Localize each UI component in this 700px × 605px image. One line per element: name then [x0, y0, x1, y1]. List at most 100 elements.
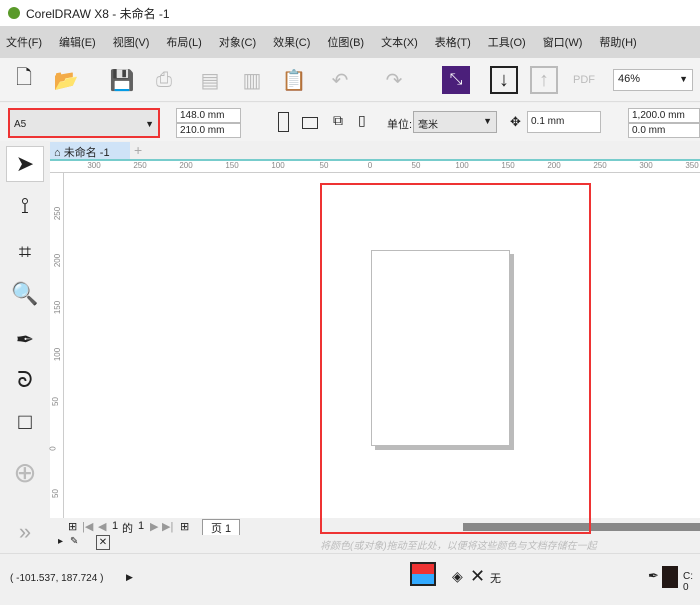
- ruler-label: 100: [455, 161, 469, 170]
- open-icon[interactable]: 📂: [52, 66, 80, 94]
- duplicate-x-input[interactable]: 1,200.0 mm: [628, 108, 700, 123]
- ruler-label: 50: [50, 489, 60, 498]
- toolbox: ➤ ⟟ ⌗ 🔍 ✒ ᘐ □ ⊕ »: [0, 142, 50, 552]
- menu-effects[interactable]: 效果(C): [273, 34, 310, 50]
- new-document-icon[interactable]: 🗋: [10, 66, 38, 94]
- ruler-label: 200: [547, 161, 561, 170]
- landscape-icon[interactable]: [302, 117, 318, 129]
- next-page-icon[interactable]: ▶: [150, 520, 158, 533]
- ruler-label: 200: [179, 161, 193, 170]
- eyedropper-icon[interactable]: ✎: [70, 536, 78, 547]
- menu-bar: 文件(F) 编辑(E) 视图(V) 布局(L) 对象(C) 效果(C) 位图(B) 文本(X)…: [0, 26, 700, 58]
- palette-menu-icon[interactable]: ▸: [58, 536, 63, 547]
- copy-icon[interactable]: ▥: [238, 66, 266, 94]
- menu-bitmaps[interactable]: 位图(B): [327, 34, 364, 50]
- nudge-distance-input[interactable]: 0.1 mm: [527, 111, 601, 133]
- coreldraw-logo-icon: [8, 7, 20, 19]
- add-page-after-icon[interactable]: ⊞: [180, 520, 189, 533]
- freehand-tool-icon[interactable]: ᘐ: [6, 362, 44, 398]
- redo-icon[interactable]: ↷: [380, 66, 408, 94]
- ruler-label: 300: [639, 161, 653, 170]
- publish-pdf-icon[interactable]: PDF: [570, 66, 598, 94]
- menu-object[interactable]: 对象(C): [219, 34, 256, 50]
- ruler-label: 150: [225, 161, 239, 170]
- export-icon[interactable]: ↑: [530, 66, 558, 94]
- prev-page-icon[interactable]: ◀: [98, 520, 106, 533]
- zoom-level-select[interactable]: 46% ▼: [613, 69, 693, 91]
- fill-status: 无: [490, 573, 501, 585]
- menu-tools[interactable]: 工具(O): [488, 34, 526, 50]
- menu-help[interactable]: 帮助(H): [599, 34, 636, 50]
- status-bar: ( -101.537, 187.724 ) ▶ ◈ ✕ 无 ✒ C: 0: [0, 553, 700, 601]
- undo-icon[interactable]: ↶: [326, 66, 354, 94]
- outline-color-swatch: [662, 566, 678, 588]
- cursor-coordinates: ( -101.537, 187.724 ): [10, 573, 104, 584]
- ruler-label: 150: [53, 300, 63, 315]
- menu-window[interactable]: 窗口(W): [543, 34, 583, 50]
- nudge-icon: ✥: [510, 114, 521, 129]
- ruler-label: 150: [501, 161, 515, 170]
- shape-tool-icon[interactable]: ⟟: [6, 188, 44, 224]
- all-pages-icon[interactable]: ⧉: [333, 112, 343, 129]
- menu-view[interactable]: 视图(V): [113, 34, 150, 50]
- page-height-input[interactable]: 210.0 mm: [176, 123, 241, 138]
- ruler-label: 200: [53, 253, 63, 268]
- ruler-label: 50: [319, 161, 329, 170]
- horizontal-ruler: 300 250 200 150 100 50 0 50 100 150 200 250 300 350: [50, 159, 700, 173]
- menu-edit[interactable]: 编辑(E): [59, 34, 96, 50]
- first-page-icon[interactable]: |◀: [82, 520, 93, 533]
- crop-tool-icon[interactable]: ⌗: [6, 234, 44, 270]
- current-page: 1: [112, 520, 119, 532]
- ruler-label: 0: [367, 161, 373, 170]
- home-icon: ⌂: [54, 147, 61, 159]
- ruler-label: 250: [133, 161, 147, 170]
- paste-icon[interactable]: 📋: [280, 66, 308, 94]
- document-tabs: ⌂ 未命名 -1 +: [50, 142, 700, 159]
- menu-file[interactable]: 文件(F): [6, 34, 42, 50]
- menu-table[interactable]: 表格(T): [435, 34, 471, 50]
- outline-status: C: 0: [683, 571, 693, 593]
- ruler-label: 350: [685, 161, 699, 170]
- no-fill-icon: ✕: [470, 566, 486, 586]
- fill-icon: ◈: [452, 568, 463, 584]
- standard-toolbar: 🗋 📂 💾 ⎙ ▤ ▥ 📋 ↶ ↷ ⤡ ↓ ↑ PDF 46% ▼: [0, 58, 700, 102]
- ruler-label: 50: [411, 161, 421, 170]
- add-tool-icon[interactable]: ⊕: [6, 454, 44, 490]
- page-width-input[interactable]: 148.0 mm: [176, 108, 241, 123]
- cut-icon[interactable]: ▤: [196, 66, 224, 94]
- ruler-label: 100: [271, 161, 285, 170]
- no-color-swatch[interactable]: ✕: [96, 535, 110, 550]
- unit-label: 单位:: [387, 119, 413, 131]
- ruler-label: 0: [48, 446, 58, 451]
- portrait-icon[interactable]: [278, 112, 289, 132]
- rectangle-tool-icon[interactable]: □: [6, 404, 44, 440]
- pen-tool-icon[interactable]: ✒: [6, 322, 44, 358]
- ruler-label: 300: [87, 161, 101, 170]
- tab-document[interactable]: ⌂ 未命名 -1: [50, 142, 130, 159]
- search-content-icon[interactable]: ⤡: [442, 66, 470, 94]
- vertical-ruler: 250 200 150 100 50 0 50: [48, 173, 64, 518]
- ruler-label: 100: [53, 347, 63, 362]
- zoom-tool-icon[interactable]: 🔍: [6, 276, 44, 312]
- title-bar: CorelDRAW X8 - 未命名 -1: [0, 0, 700, 26]
- document-palette: ▸ ✎ ✕ 将颜色(或对象)拖动至此处，以便将这些颜色与文档存储在一起: [50, 535, 700, 552]
- ruler-label: 250: [593, 161, 607, 170]
- pick-tool-icon[interactable]: ➤: [6, 146, 44, 182]
- color-proof-icon[interactable]: [410, 562, 436, 586]
- add-tab-icon[interactable]: +: [134, 142, 142, 158]
- current-page-icon[interactable]: ▯: [358, 112, 366, 129]
- import-icon[interactable]: ↓: [490, 66, 518, 94]
- menu-layout[interactable]: 布局(L): [166, 34, 201, 50]
- duplicate-y-input[interactable]: 0.0 mm: [628, 123, 700, 138]
- last-page-icon[interactable]: ▶|: [162, 520, 173, 533]
- status-expand-icon[interactable]: ▶: [126, 572, 133, 583]
- expand-toolbox-icon[interactable]: »: [6, 514, 44, 550]
- property-bar: A5 ▼ 148.0 mm 210.0 mm ⧉ ▯ 单位: 毫米 ▼ ✥ 0.1 …: [0, 103, 700, 141]
- page-size-select[interactable]: A5 ▼: [8, 108, 160, 138]
- print-icon[interactable]: ⎙: [150, 66, 178, 94]
- unit-select[interactable]: 毫米 ▼: [413, 111, 497, 133]
- total-pages: 1: [138, 520, 145, 532]
- add-page-before-icon[interactable]: ⊞: [68, 520, 77, 533]
- menu-text[interactable]: 文本(X): [381, 34, 418, 50]
- save-icon[interactable]: 💾: [108, 66, 136, 94]
